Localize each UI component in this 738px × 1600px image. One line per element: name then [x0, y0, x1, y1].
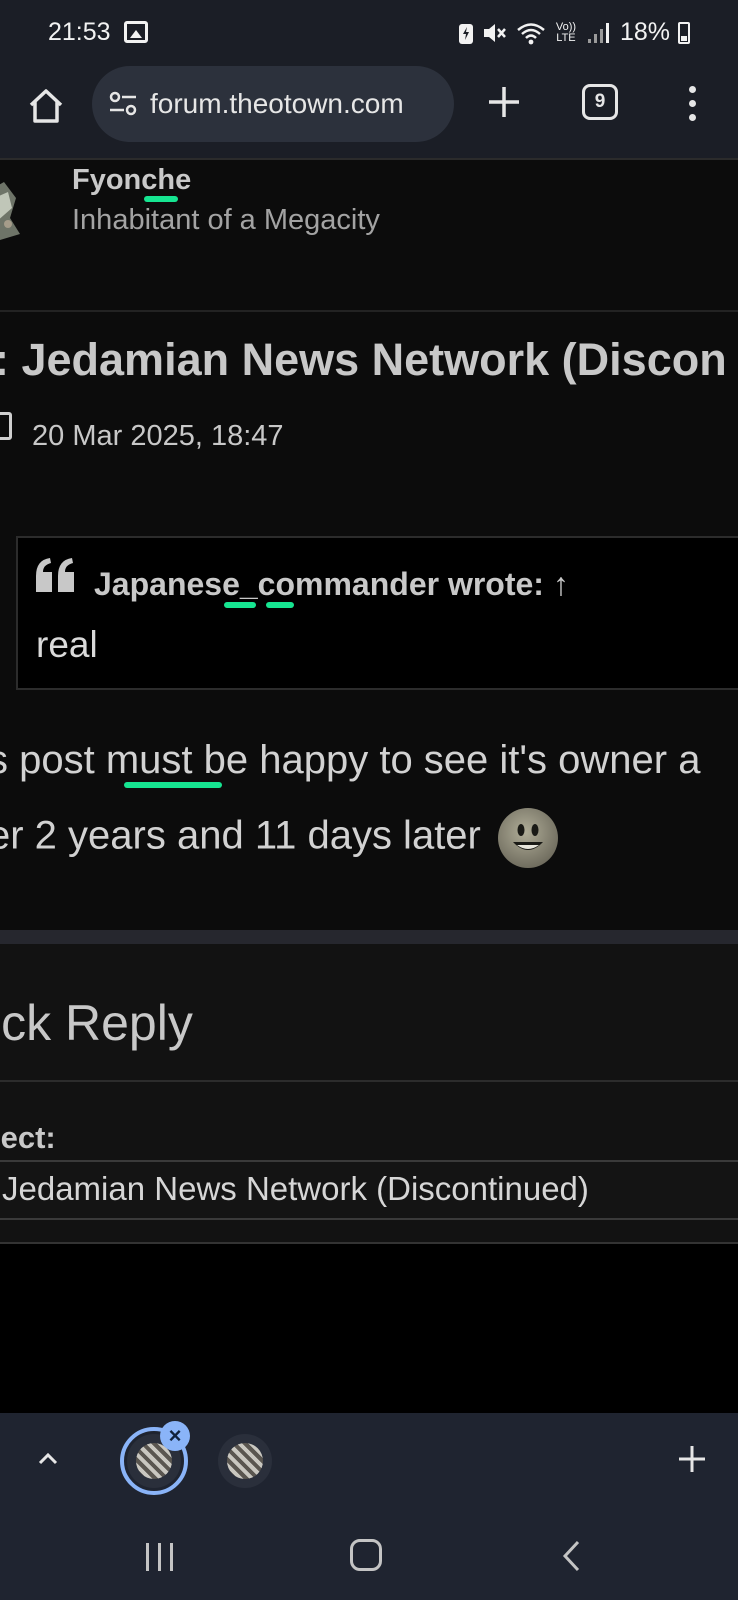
divider [0, 158, 738, 160]
status-icons: Vo)) LTE 18% [458, 18, 690, 47]
quote-author-name[interactable]: Japanese_commander wrote: [94, 566, 544, 602]
quick-reply-title: ick Reply [0, 995, 193, 1051]
divider [0, 1080, 738, 1082]
author-name[interactable]: Fyonche [72, 164, 191, 197]
highlight-mark [124, 782, 222, 788]
post-body-line: er 2 years and 11 days later [0, 808, 558, 868]
battery-percent: 18% [619, 18, 670, 46]
author-rank: Inhabitant of a Megacity [72, 204, 380, 236]
home-icon[interactable] [26, 86, 66, 126]
back-icon[interactable] [560, 1539, 584, 1573]
theotown-favicon [227, 1443, 263, 1479]
highlight-mark [224, 602, 256, 608]
close-tab-button[interactable]: × [160, 1421, 190, 1451]
mute-icon [483, 23, 506, 42]
subject-label: ject: [0, 1120, 56, 1155]
new-tab-plus-icon[interactable] [676, 1443, 708, 1475]
system-nav-bar [0, 1511, 738, 1600]
more-menu-icon[interactable] [682, 84, 702, 124]
post-link-icon[interactable] [0, 412, 12, 440]
address-bar[interactable]: forum.theotown.com [92, 66, 454, 142]
smiley-icon [498, 808, 558, 868]
battery-icon [678, 21, 690, 44]
divider [0, 310, 738, 312]
chevron-up-icon[interactable] [36, 1447, 60, 1471]
post-body-line: s post must be happy to see it's owner a [0, 738, 701, 782]
quote-text: real [36, 624, 98, 665]
quote-icon [36, 558, 74, 592]
gallery-icon [124, 21, 148, 43]
page-content: Fyonche Inhabitant of a Megacity : Jedam… [0, 158, 738, 1413]
post-body-text: er 2 years and 11 days later [0, 813, 481, 858]
tab-favicon[interactable] [218, 1434, 272, 1488]
tab-switcher-button[interactable]: 9 [582, 84, 618, 120]
highlight-mark [144, 196, 178, 202]
recents-icon[interactable] [146, 1543, 176, 1571]
new-tab-icon[interactable] [486, 84, 522, 120]
quote-block: Japanese_commander wrote: ↑ real [16, 536, 738, 690]
screen: 21:53 Vo)) LTE 18% forum.theotown.com 9 … [0, 0, 738, 1600]
home-nav-icon[interactable] [350, 1539, 382, 1571]
url-text[interactable]: forum.theotown.com [150, 88, 404, 120]
status-bar: 21:53 Vo)) LTE 18% [0, 0, 738, 64]
site-settings-icon[interactable] [108, 90, 138, 118]
wifi-icon [517, 22, 545, 44]
content-area [0, 1244, 738, 1413]
status-time: 21:53 [48, 18, 111, 46]
battery-saver-icon [458, 23, 473, 44]
tab-strip: × [0, 1413, 738, 1511]
quote-author[interactable]: Japanese_commander wrote: ↑ [94, 566, 569, 603]
highlight-mark [266, 602, 294, 608]
author-avatar[interactable] [0, 178, 24, 242]
subject-input[interactable]: Jedamian News Network (Discontinued) [0, 1160, 738, 1220]
post-title[interactable]: : Jedamian News Network (Discon [0, 334, 727, 386]
signal-icon [587, 22, 609, 43]
section-separator [0, 930, 738, 944]
browser-toolbar: forum.theotown.com 9 [0, 64, 738, 158]
quote-source-arrow[interactable]: ↑ [553, 566, 569, 602]
volte-icon: Vo)) LTE [555, 20, 577, 44]
post-date: 20 Mar 2025, 18:47 [32, 420, 284, 452]
